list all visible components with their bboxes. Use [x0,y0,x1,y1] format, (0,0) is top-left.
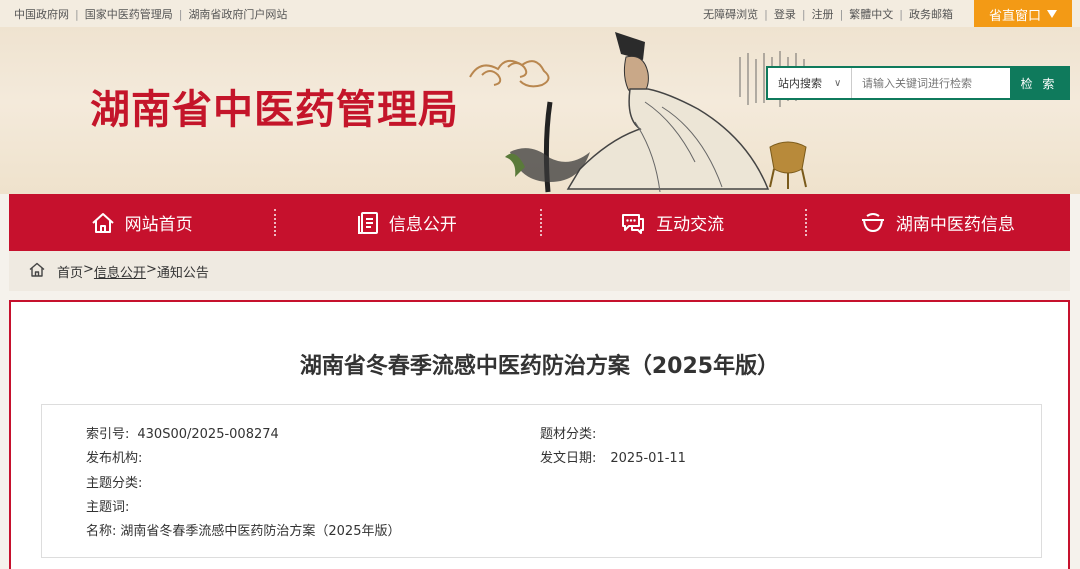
bowl-icon [860,211,886,235]
search-input[interactable] [852,68,1010,98]
accessibility-link[interactable]: 无障碍浏览 [703,8,758,21]
breadcrumb-separator: > [83,261,94,277]
home-icon [91,212,115,234]
nav-item-label: 网站首页 [124,215,193,235]
nav-item-info-disclosure[interactable]: 信息公开 [274,194,539,251]
meta-topic: 题材分类: [540,423,604,442]
portal-label: 省直窗口 [988,8,1041,24]
meta-subject: 主题分类: [86,472,150,491]
meta-keywords: 主题词: [86,496,137,515]
search-button[interactable]: 检 索 [1010,68,1068,98]
register-link[interactable]: 注册 [812,8,834,21]
breadcrumb: 首页 > 信息公开 > 通知公告 [9,251,1070,291]
meta-label: 题材分类: [540,427,597,442]
document-icon [357,211,379,235]
article-panel: 湖南省冬春季流感中医药防治方案（2025年版） 索引号: 430S00/2025-… [9,300,1070,569]
gov-mail-link[interactable]: 政务邮箱 [909,8,953,21]
breadcrumb-current-link[interactable]: 通知公告 [157,262,209,281]
breadcrumb-separator: > [145,261,157,277]
nav-item-hunan-tcm-info[interactable]: 湖南中医药信息 [804,194,1070,251]
site-title: 湖南省中医药管理局 [90,87,459,133]
meta-label: 索引号: [86,427,130,442]
divider: | [839,8,844,21]
meta-value: 2025-01-11 [610,451,686,466]
meta-index: 索引号: 430S00/2025-008274 [86,423,279,442]
meta-label: 主题分类: [86,476,143,491]
search-scope-label: 站内搜索 [778,77,822,90]
divider: | [801,8,806,21]
chat-icon [620,211,646,235]
divider: | [178,8,183,21]
external-links: 中国政府网 | 国家中医药管理局 | 湖南省政府门户网站 [14,6,287,22]
meta-date: 发文日期: 2025-01-11 [540,447,686,466]
login-link[interactable]: 登录 [774,8,796,21]
meta-label: 发文日期: [540,451,597,466]
site-search: 站内搜索 ∨ 检 索 [766,66,1070,100]
link-gov-cn[interactable]: 中国政府网 [14,8,69,21]
divider: | [75,8,79,21]
article-metadata-box: 索引号: 430S00/2025-008274 题材分类: 发布机构: 发文日期:… [41,404,1042,558]
nav-item-label: 互动交流 [656,215,725,235]
home-icon [29,262,45,281]
meta-label: 发布机构: [86,451,143,466]
user-links: 无障碍浏览 | 登录 | 注册 | 繁體中文 | 政务邮箱 [703,6,953,22]
meta-value: 湖南省冬春季流感中医药防治方案（2025年版） [120,524,401,539]
breadcrumb-home-link[interactable]: 首页 [57,262,83,281]
chevron-down-icon: ∨ [834,77,842,89]
meta-label: 主题词: [86,500,130,515]
breadcrumb-section-link[interactable]: 信息公开 [94,262,146,281]
meta-org: 发布机构: [86,447,150,466]
ink-painting-illustration [469,32,807,193]
nav-item-label: 信息公开 [388,215,457,235]
nav-item-home[interactable]: 网站首页 [9,194,274,251]
provincial-portal-button[interactable]: 省直窗口 [974,0,1072,28]
link-natcm[interactable]: 国家中医药管理局 [85,8,173,21]
divider: | [899,8,903,21]
search-scope-select[interactable]: 站内搜索 ∨ [768,68,852,98]
meta-label: 名称: [86,524,117,539]
article-title: 湖南省冬春季流感中医药防治方案（2025年版） [299,354,780,379]
nav-item-interaction[interactable]: 互动交流 [539,194,805,251]
caret-down-icon [1047,7,1057,22]
meta-value: 430S00/2025-008274 [137,427,279,442]
link-hunan-gov[interactable]: 湖南省政府门户网站 [188,8,287,21]
nav-item-label: 湖南中医药信息 [895,215,1015,235]
top-utility-bar: 中国政府网 | 国家中医药管理局 | 湖南省政府门户网站 无障碍浏览 | 登录 | 注册 | 繁體中… [0,0,1080,28]
divider: | [764,8,768,21]
main-nav: 网站首页 信息公开 互动交流 湖南中医药信息 [9,194,1070,251]
header-banner: 湖南省中医药管理局 站内搜索 ∨ 检 索 [0,27,1080,194]
traditional-chinese-link[interactable]: 繁體中文 [849,8,893,21]
meta-name: 名称: 湖南省冬春季流感中医药防治方案（2025年版） [86,520,400,539]
